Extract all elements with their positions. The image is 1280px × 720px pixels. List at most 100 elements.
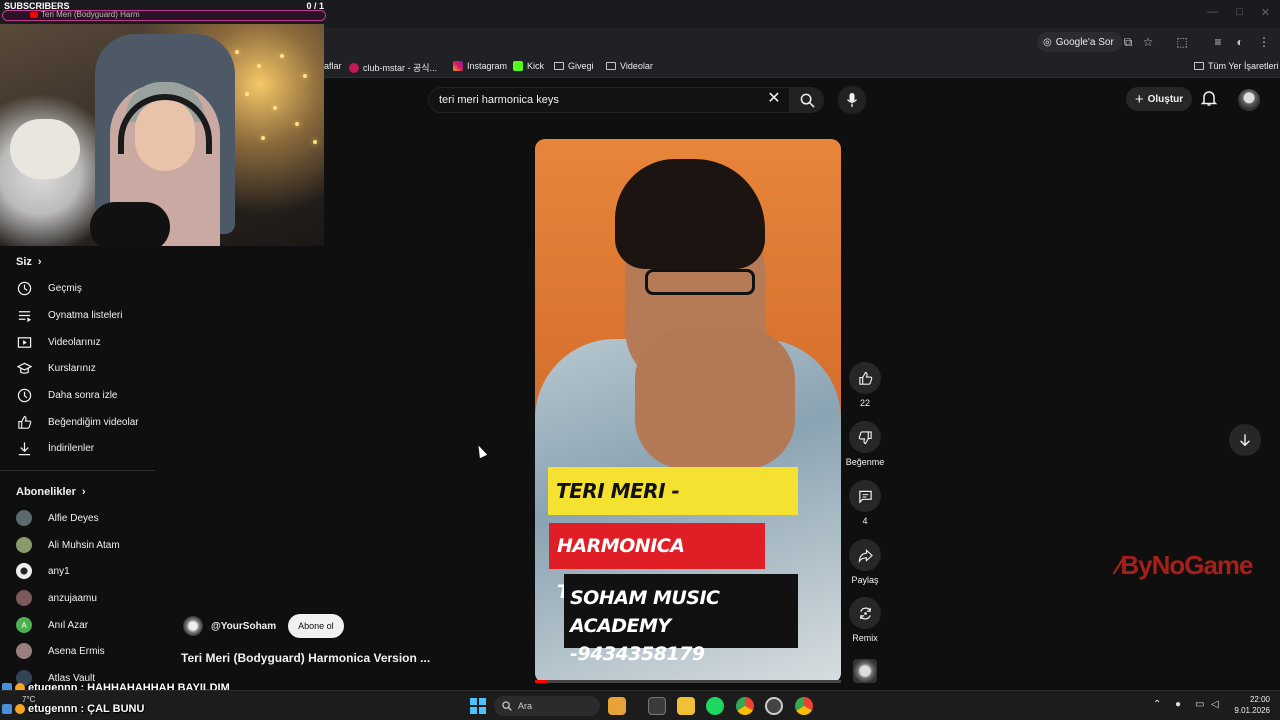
sidebar-item-courses[interactable]: Kurslarınız [0, 355, 155, 381]
sidebar-divider [0, 470, 155, 471]
video-hair [615, 159, 765, 269]
google-lens-icon: ◎ [1043, 36, 1052, 48]
playlist-icon [16, 307, 32, 323]
channel-avatar[interactable] [183, 616, 203, 636]
sidebar-item-label: İndirilenler [48, 442, 95, 454]
account-avatar[interactable] [1238, 89, 1260, 111]
history-icon [16, 280, 32, 296]
audio-source-thumbnail[interactable] [853, 659, 877, 683]
comments-button[interactable]: 4 [845, 480, 885, 526]
maximize-icon[interactable]: □ [1236, 6, 1243, 19]
subscriptions-heading[interactable]: Abonelikler › [16, 486, 86, 498]
you-heading[interactable]: Siz › [16, 256, 42, 268]
watermark-text: ByNoGame [1120, 550, 1253, 580]
like-button[interactable]: 22 [845, 362, 885, 408]
dislike-label: Beğenme [845, 457, 885, 467]
avatar: A [16, 617, 32, 633]
tab-title: Teri Meri (Bodyguard) Harm [41, 10, 140, 19]
menu-icon[interactable]: ⋮ [1256, 34, 1272, 50]
bell-icon [1200, 91, 1218, 106]
sidebar-subscription[interactable]: Ali Muhsin Atam [0, 532, 155, 558]
create-button[interactable]: + Oluştur [1126, 87, 1192, 111]
bookmark-item[interactable]: Videolar [606, 61, 653, 71]
sidebar-subscription[interactable]: Alfie Deyes [0, 505, 155, 531]
remix-button[interactable]: Remix [845, 597, 885, 643]
search-input[interactable]: teri meri harmonica keys [428, 87, 790, 113]
search-button[interactable] [790, 87, 824, 113]
comment-icon [858, 490, 872, 504]
short-video-player[interactable]: TERI MERI - (BODYGUARD) HARMONICA TUTORI… [535, 139, 841, 683]
webcam-overlay [0, 24, 324, 246]
short-title[interactable]: Teri Meri (Bodyguard) Harmonica Version … [181, 651, 461, 665]
sidebar-item-label: Videolarınız [48, 336, 101, 348]
share-button[interactable]: Paylaş [845, 539, 885, 585]
remix-icon [859, 606, 871, 620]
clear-search-icon[interactable]: ✕ [764, 90, 784, 110]
all-bookmarks[interactable]: Tüm Yer İşaretleri [1194, 61, 1279, 71]
windows-start-icon[interactable] [470, 698, 486, 714]
taskbar-clock[interactable]: 22:00 9.01.2026 [1228, 694, 1270, 716]
subscription-name: Alfie Deyes [48, 512, 99, 524]
bookmark-label: Kick [527, 61, 545, 71]
chat-badge-icon [15, 704, 25, 714]
notifications-button[interactable] [1200, 89, 1220, 109]
volume-icon[interactable]: ◁ [1211, 699, 1219, 710]
chrome-icon[interactable] [736, 697, 754, 715]
sidebar-item-downloads[interactable]: İndirilenler [0, 435, 155, 461]
subscribe-label: Abone ol [298, 621, 334, 631]
task-view-icon[interactable] [648, 697, 666, 715]
network-icon[interactable]: ▭ [1195, 699, 1204, 710]
bookmark-item[interactable]: aflar [324, 61, 342, 71]
video-progress-bar[interactable] [535, 680, 841, 683]
file-explorer-icon[interactable] [677, 697, 695, 715]
sidebar-subscription[interactable]: any1 [0, 558, 155, 584]
tray-overflow-icon[interactable]: ⌃ [1153, 699, 1161, 710]
bookmark-item[interactable]: Givegi [554, 61, 594, 71]
ask-google-button[interactable]: ◎ Google'a Sor [1037, 32, 1122, 52]
sidebar-subscription[interactable]: A Anıl Azar [0, 612, 155, 638]
avatar [16, 510, 32, 526]
caption-phone: -9434358179 [570, 643, 705, 665]
browser-tab-active[interactable]: Teri Meri (Bodyguard) Harm [30, 9, 180, 20]
chrome-profile-icon[interactable] [795, 697, 813, 715]
sidebar-subscription[interactable]: anzujaamu [0, 585, 155, 611]
photos-app-icon[interactable] [608, 697, 626, 715]
sidebar-item-your-videos[interactable]: Videolarınız [0, 329, 155, 355]
dislike-button[interactable]: Beğenme [845, 421, 885, 467]
taskbar-search[interactable]: Ara [494, 696, 600, 716]
next-short-button[interactable] [1229, 424, 1261, 456]
minimize-icon[interactable]: — [1207, 6, 1218, 19]
folder-icon [554, 62, 564, 70]
video-progress-fill [535, 680, 548, 683]
thumbs-down-icon [858, 430, 872, 444]
ask-google-label: Google'a Sor [1055, 36, 1114, 48]
subscribe-button[interactable]: Abone ol [288, 614, 344, 638]
club-icon [349, 62, 359, 73]
subscriber-goal-count: 0 / 1 [306, 1, 324, 11]
voice-search-button[interactable] [838, 86, 866, 114]
microphone-tray-icon[interactable]: ● [1175, 699, 1181, 710]
microphone-icon [846, 93, 858, 107]
extensions-icon[interactable]: ⬚ [1174, 34, 1190, 50]
folder-icon [1194, 62, 1204, 70]
sidebar-item-watch-later[interactable]: Daha sonra izle [0, 382, 155, 408]
sidebar-item-history[interactable]: Geçmiş [0, 275, 155, 301]
close-icon[interactable]: ✕ [1261, 6, 1270, 19]
media-controls-icon[interactable]: ≡ [1210, 34, 1226, 50]
bookmark-item[interactable]: Instagram [453, 61, 507, 71]
channel-handle[interactable]: @YourSoham [211, 621, 276, 632]
bookmark-item[interactable]: club-mstar - 공식... [349, 61, 437, 74]
spotify-icon[interactable] [706, 697, 724, 715]
bookmark-star-icon[interactable]: ☆ [1140, 34, 1156, 50]
sidebar-item-playlists[interactable]: Oynatma listeleri [0, 302, 155, 328]
video-hands-harmonica [635, 329, 795, 469]
profile-icon[interactable]: ◐ [1232, 34, 1248, 50]
sidebar-item-liked[interactable]: Beğendiğim videolar [0, 409, 155, 435]
sidebar-subscription[interactable]: Asena Ermis [0, 638, 155, 664]
install-app-icon[interactable]: ⧉ [1120, 34, 1136, 50]
sidebar-item-label: Oynatma listeleri [48, 309, 123, 321]
bookmark-item[interactable]: Kick [513, 61, 544, 71]
obs-icon[interactable] [765, 697, 783, 715]
your-videos-icon [16, 334, 32, 350]
chat-text: ÇAL BUNU [87, 703, 145, 715]
